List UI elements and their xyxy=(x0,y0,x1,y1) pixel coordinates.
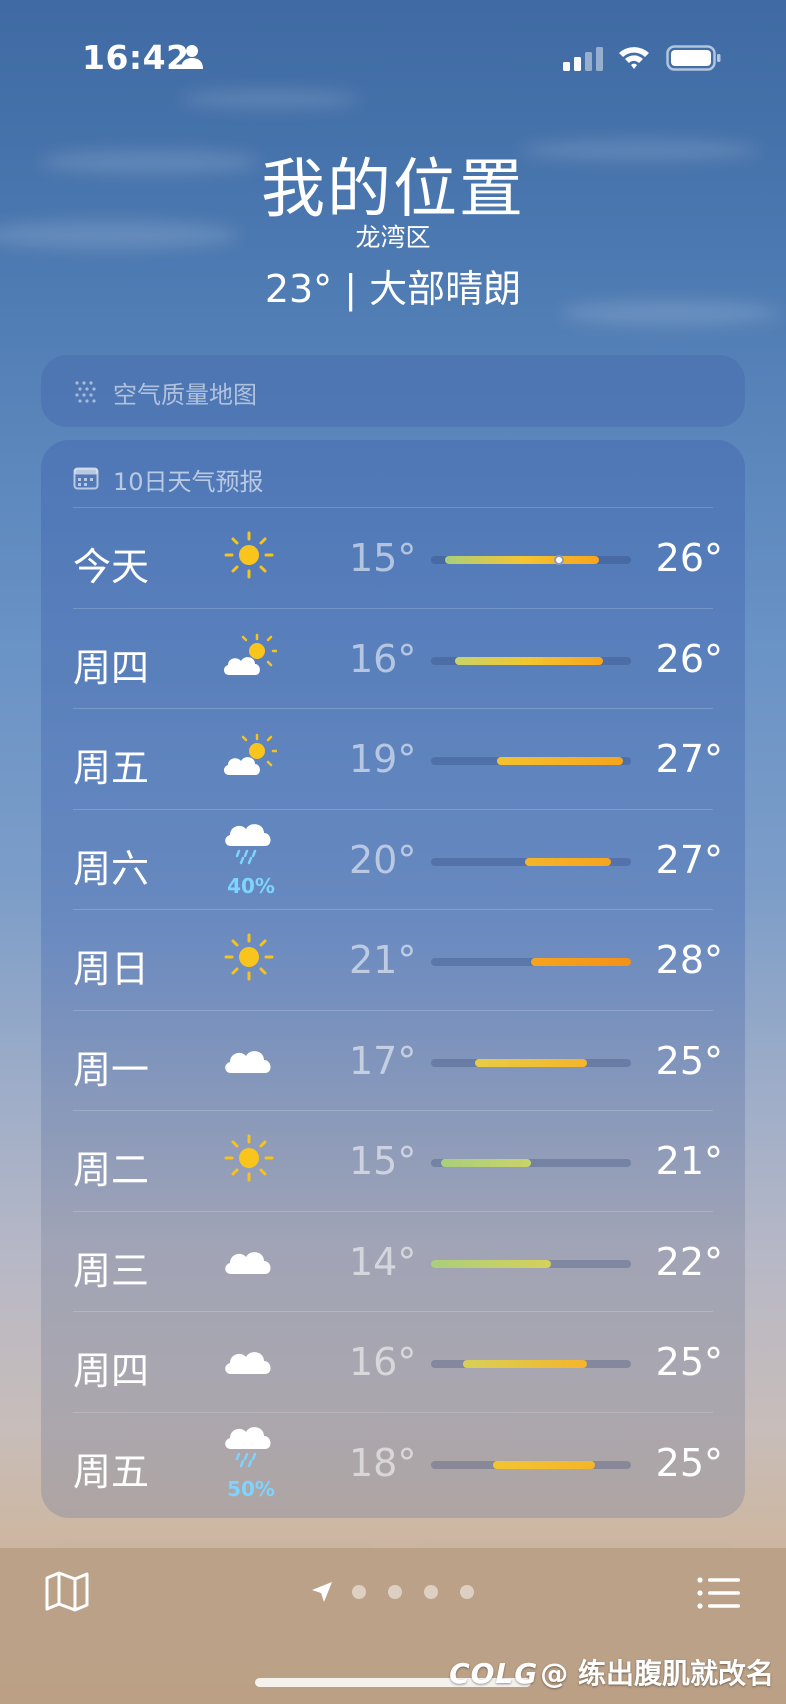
air-quality-label: 空气质量地图 xyxy=(113,381,257,409)
high-temp: 26° xyxy=(655,636,723,681)
person-icon xyxy=(181,45,203,69)
low-temp: 15° xyxy=(349,1139,417,1183)
cloud-icon xyxy=(221,1334,277,1384)
cloud-rain-icon xyxy=(221,1421,277,1471)
watermark-logo: COLG xyxy=(449,1657,539,1690)
temp-range-bar xyxy=(493,1460,595,1469)
high-temp: 25° xyxy=(655,1038,723,1083)
forecast-day: 周二 xyxy=(73,1148,150,1192)
air-quality-dots-icon xyxy=(75,381,96,403)
forecast-row[interactable]: 周三 14° 22° xyxy=(41,1212,745,1312)
temp-range-track xyxy=(431,1360,631,1368)
temp-range-bar xyxy=(497,757,623,765)
temp-range-track xyxy=(431,1259,631,1268)
low-temp: 17° xyxy=(349,1038,417,1083)
low-temp: 14° xyxy=(349,1239,417,1284)
temp-range-bar xyxy=(445,556,599,564)
status-time: 16:42 xyxy=(82,38,190,77)
temp-range-bar xyxy=(455,656,603,665)
forecast-day: 周三 xyxy=(73,1248,150,1293)
high-temp: 21° xyxy=(655,1139,723,1183)
forecast-row[interactable]: 周二 15° 21° xyxy=(41,1111,745,1211)
temp-range-track xyxy=(431,1058,631,1067)
ten-day-forecast-card[interactable]: 10日天气预报 今天 15° 26° 周四 16° 26° 周五 19° 27°… xyxy=(41,440,745,1518)
page-indicator[interactable] xyxy=(310,1580,480,1604)
status-bar: 16:42 xyxy=(0,0,786,120)
cloud-icon xyxy=(221,1234,277,1284)
temp-range-bar xyxy=(475,1058,587,1067)
current-temp-marker xyxy=(554,555,564,565)
temp-range-bar xyxy=(441,1159,531,1167)
precip-chance: 40% xyxy=(227,873,275,898)
high-temp: 27° xyxy=(655,837,723,882)
temp-range-track xyxy=(431,857,631,866)
low-temp: 20° xyxy=(349,837,417,882)
wifi-icon xyxy=(619,47,649,69)
battery-icon xyxy=(666,45,721,71)
cloud-rain-icon xyxy=(221,818,277,868)
cellular-signal-icon xyxy=(563,47,603,71)
forecast-day: 周五 xyxy=(73,1449,150,1494)
calendar-icon xyxy=(73,467,99,490)
temp-range-bar xyxy=(525,857,611,866)
low-temp: 15° xyxy=(349,536,417,580)
temp-range-track xyxy=(431,656,631,665)
page-dot[interactable] xyxy=(460,1585,474,1599)
forecast-row[interactable]: 今天 15° 26° xyxy=(41,508,745,608)
temp-range-bar xyxy=(431,1259,551,1268)
sun-icon xyxy=(221,1133,277,1183)
forecast-row[interactable]: 周五 50% 18° 25° xyxy=(41,1413,745,1513)
low-temp: 21° xyxy=(349,938,417,982)
temp-range-track xyxy=(431,958,631,966)
forecast-day: 周日 xyxy=(73,947,150,991)
location-arrow-icon xyxy=(312,1582,332,1602)
page-dot[interactable] xyxy=(424,1585,438,1599)
high-temp: 28° xyxy=(655,938,723,982)
high-temp: 25° xyxy=(655,1440,723,1485)
temp-range-bar xyxy=(531,958,631,966)
forecast-day: 周四 xyxy=(73,645,150,690)
temp-range-track xyxy=(431,757,631,765)
air-quality-map-card[interactable]: 空气质量地图 xyxy=(41,355,745,427)
forecast-day: 周六 xyxy=(73,846,150,891)
low-temp: 16° xyxy=(349,636,417,681)
list-icon[interactable] xyxy=(696,1576,742,1610)
temp-range-track xyxy=(431,1159,631,1167)
watermark: COLG@ 练出腹肌就改名 xyxy=(449,1652,774,1692)
forecast-row[interactable]: 周日 21° 28° xyxy=(41,910,745,1010)
temp-range-track xyxy=(431,555,631,565)
page-dot[interactable] xyxy=(388,1585,402,1599)
forecast-day: 周四 xyxy=(73,1349,150,1393)
partly-cloudy-icon xyxy=(221,631,279,681)
cloud-icon xyxy=(221,1033,277,1083)
high-temp: 25° xyxy=(655,1340,723,1384)
precip-chance: 50% xyxy=(227,1476,275,1501)
forecast-label: 10日天气预报 xyxy=(113,468,264,496)
location-title: 我的位置 xyxy=(261,153,525,227)
low-temp: 18° xyxy=(349,1440,417,1485)
partly-cloudy-icon xyxy=(221,731,279,781)
forecast-day: 周五 xyxy=(73,746,150,790)
low-temp: 19° xyxy=(349,737,417,781)
high-temp: 27° xyxy=(655,737,723,781)
forecast-row[interactable]: 周四 16° 26° xyxy=(41,609,745,709)
current-conditions: 23° | 大部晴朗 xyxy=(264,267,522,311)
sun-icon xyxy=(221,932,277,982)
forecast-day: 周一 xyxy=(73,1047,150,1092)
location-district: 龙湾区 xyxy=(355,223,431,252)
forecast-row[interactable]: 周六 40% 20° 27° xyxy=(41,810,745,910)
temp-range-bar xyxy=(463,1360,587,1368)
watermark-text: @ 练出腹肌就改名 xyxy=(540,1657,774,1690)
forecast-row[interactable]: 周四 16° 25° xyxy=(41,1312,745,1412)
sun-icon xyxy=(221,530,277,580)
page-dot[interactable] xyxy=(352,1585,366,1599)
forecast-row[interactable]: 周一 17° 25° xyxy=(41,1011,745,1111)
forecast-day: 今天 xyxy=(73,545,150,589)
high-temp: 26° xyxy=(655,536,723,580)
high-temp: 22° xyxy=(655,1239,723,1284)
forecast-row[interactable]: 周五 19° 27° xyxy=(41,709,745,809)
map-icon[interactable] xyxy=(44,1570,90,1612)
temp-range-track xyxy=(431,1460,631,1469)
low-temp: 16° xyxy=(349,1340,417,1384)
